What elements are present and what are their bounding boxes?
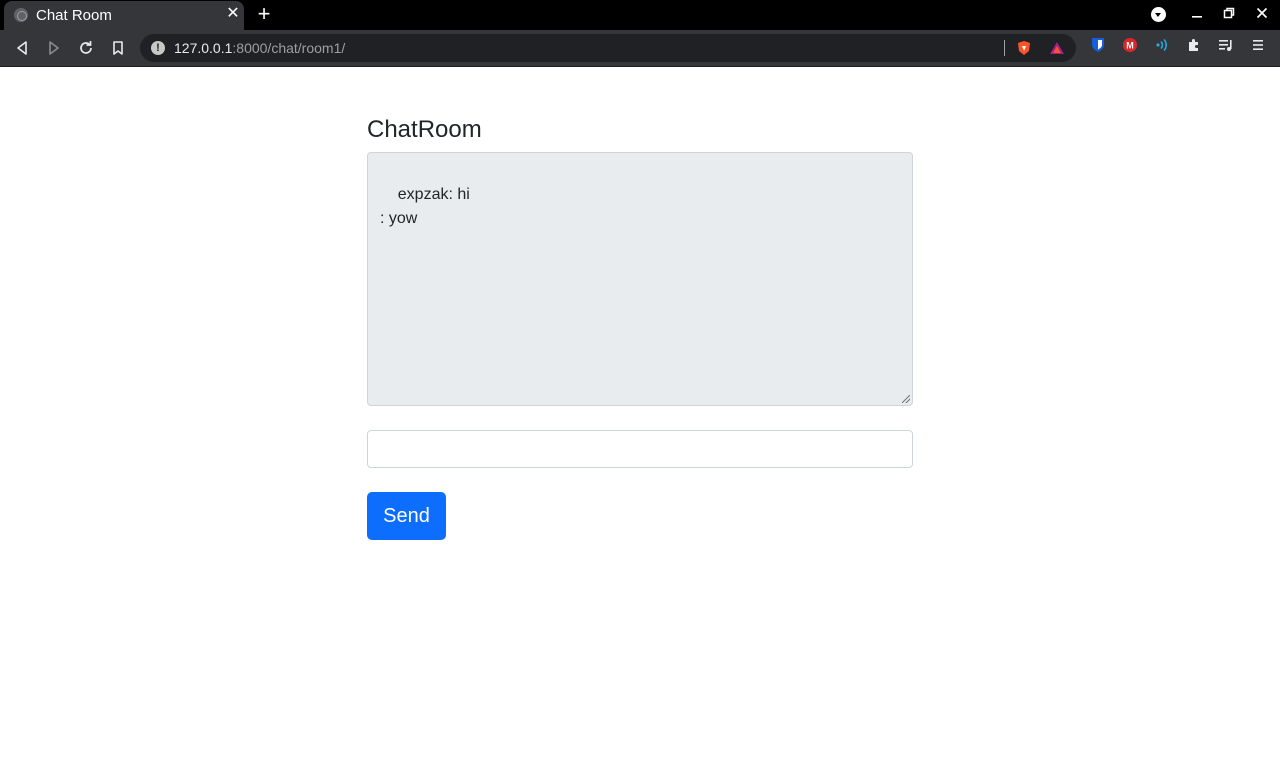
browser-toolbar: ! 127.0.0.1:8000/chat/room1/ M	[0, 30, 1280, 67]
site-info-icon[interactable]: !	[151, 41, 165, 55]
close-window-icon[interactable]	[1251, 4, 1273, 24]
brave-rewards-icon[interactable]	[1049, 40, 1065, 56]
extensions-puzzle-icon[interactable]	[1186, 37, 1202, 53]
mega-icon[interactable]: M	[1122, 37, 1138, 53]
tab-chat-room[interactable]: Chat Room ✕	[4, 1, 244, 30]
menu-icon[interactable]	[1250, 37, 1266, 53]
chat-log[interactable]: expzak: hi : yow	[367, 152, 913, 406]
reload-icon[interactable]	[76, 38, 96, 58]
media-queue-icon[interactable]	[1218, 37, 1234, 53]
new-tab-button[interactable]: +	[254, 3, 274, 25]
tab-title: Chat Room	[36, 7, 112, 24]
address-bar[interactable]: ! 127.0.0.1:8000/chat/room1/	[140, 34, 1076, 62]
bookmark-icon[interactable]	[108, 38, 128, 58]
wifi-extension-icon[interactable]	[1154, 37, 1170, 53]
tab-search-icon[interactable]	[1151, 7, 1166, 22]
resize-grip-icon[interactable]	[902, 395, 910, 403]
bitwarden-icon[interactable]	[1090, 37, 1106, 53]
close-tab-icon[interactable]: ✕	[224, 5, 242, 23]
chat-log-text: expzak: hi : yow	[380, 186, 470, 227]
omnibox-divider	[1004, 40, 1005, 56]
forward-icon[interactable]	[44, 38, 64, 58]
restore-icon[interactable]	[1218, 4, 1240, 24]
back-icon[interactable]	[12, 38, 32, 58]
svg-text:M: M	[1126, 41, 1134, 51]
globe-icon	[14, 8, 28, 22]
send-button[interactable]: Send	[367, 492, 446, 540]
minimize-icon[interactable]	[1186, 4, 1208, 24]
brave-shield-icon[interactable]	[1016, 40, 1032, 56]
url-text: 127.0.0.1:8000/chat/room1/	[174, 40, 346, 56]
page-title: ChatRoom	[367, 116, 482, 143]
tab-strip: Chat Room ✕ +	[0, 0, 1280, 30]
message-input[interactable]	[367, 430, 913, 468]
